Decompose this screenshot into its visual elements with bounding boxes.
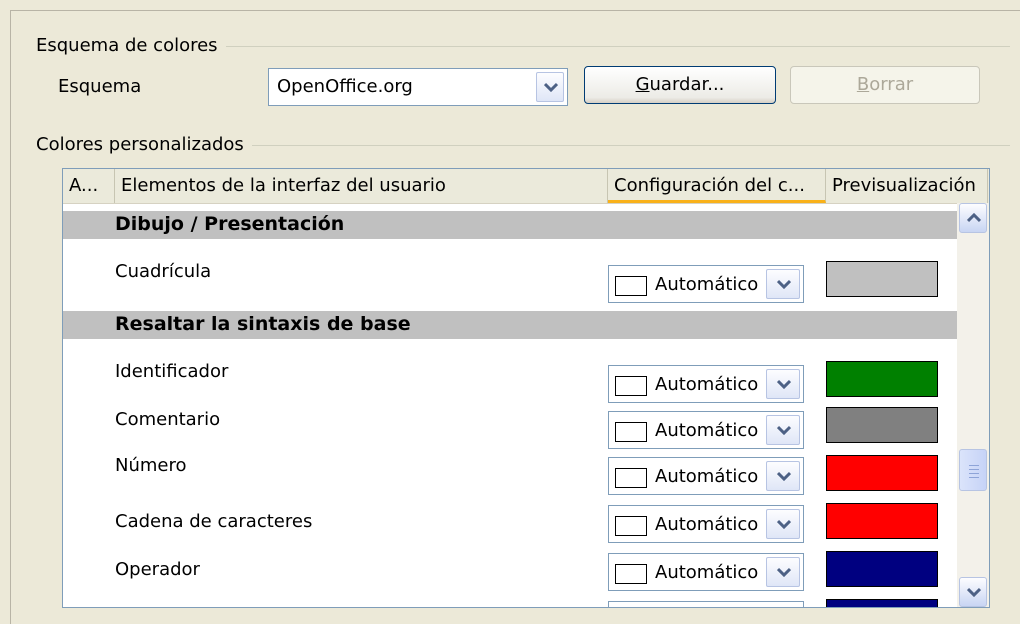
delete-scheme-button[interactable]: Borrar (790, 66, 980, 104)
save-mnemonic: G (635, 74, 650, 95)
chevron-down-icon (967, 587, 981, 597)
color-preview-grid (826, 261, 938, 297)
column-header-setting[interactable]: Configuración del c... (608, 169, 826, 203)
section-row-basic-syntax: Resaltar la sintaxis de base (63, 311, 957, 339)
chevron-down-icon (777, 279, 791, 289)
color-swatch (615, 564, 647, 584)
color-dropdown-button[interactable] (766, 509, 800, 539)
row-label-string: Cadena de caracteres (115, 511, 313, 532)
color-preview-operator (826, 551, 938, 587)
color-dropdown-number[interactable]: Automático (608, 457, 804, 495)
scheme-label: Esquema (58, 76, 142, 97)
chevron-down-icon (544, 82, 558, 92)
chevron-down-icon (777, 567, 791, 577)
color-dropdown-button[interactable] (766, 369, 800, 399)
row-label-identifier: Identificador (115, 361, 229, 382)
color-dropdown-button[interactable] (766, 557, 800, 587)
chevron-down-icon (777, 425, 791, 435)
custom-colors-table: A... Elementos de la interfaz del usuari… (62, 168, 990, 608)
color-dropdown-string[interactable]: Automático (608, 505, 804, 543)
color-preview-string (826, 503, 938, 539)
scheme-group-title: Esquema de colores (36, 35, 226, 56)
chevron-down-icon (777, 379, 791, 389)
color-dropdown-identifier[interactable]: Automático (608, 365, 804, 403)
color-dropdown-button[interactable] (766, 461, 800, 491)
dialog-frame-top (10, 10, 1020, 11)
vertical-scrollbar[interactable] (957, 203, 989, 607)
color-dropdown-operator[interactable]: Automático (608, 553, 804, 591)
section-label: Dibujo / Presentación (115, 213, 345, 235)
color-swatch (615, 422, 647, 442)
scroll-down-button[interactable] (959, 577, 987, 607)
save-scheme-button[interactable]: Guardar... (584, 66, 776, 104)
scheme-dropdown-button[interactable] (536, 72, 564, 102)
chevron-up-icon (967, 213, 981, 223)
color-dropdown-comment[interactable]: Automático (608, 411, 804, 449)
section-row-drawing: Dibujo / Presentación (63, 211, 957, 239)
custom-group-title: Colores personalizados (36, 134, 252, 155)
color-dropdown-button[interactable] (766, 269, 800, 299)
section-label: Resaltar la sintaxis de base (115, 313, 411, 335)
column-header-active[interactable]: A... (63, 169, 115, 203)
color-swatch (615, 376, 647, 396)
dialog-frame-left (10, 10, 11, 624)
column-header-elements[interactable]: Elementos de la interfaz del usuario (115, 169, 608, 203)
color-swatch (615, 516, 647, 536)
color-dropdown-grid[interactable]: Automático (608, 265, 804, 303)
row-label-number: Número (115, 455, 187, 476)
scheme-dropdown-value: OpenOffice.org (277, 76, 413, 97)
color-dropdown-button[interactable] (766, 415, 800, 445)
color-swatch (615, 468, 647, 488)
column-header-preview[interactable]: Previsualización (826, 169, 988, 203)
color-preview-number (826, 455, 938, 491)
scroll-up-button[interactable] (959, 203, 987, 233)
row-label-grid: Cuadrícula (115, 261, 212, 282)
color-preview-comment (826, 407, 938, 443)
row-label-comment: Comentario (115, 409, 221, 430)
color-preview-identifier (826, 361, 938, 397)
color-dropdown-partial[interactable] (608, 601, 804, 607)
scheme-dropdown[interactable]: OpenOffice.org (268, 68, 568, 106)
table-header: A... Elementos de la interfaz del usuari… (63, 169, 989, 204)
color-swatch (615, 276, 647, 296)
delete-mnemonic: B (856, 74, 870, 95)
chevron-down-icon (777, 471, 791, 481)
chevron-down-icon (777, 519, 791, 529)
row-label-operator: Operador (115, 559, 200, 580)
scroll-thumb[interactable] (959, 449, 987, 491)
color-preview-partial (826, 599, 938, 607)
